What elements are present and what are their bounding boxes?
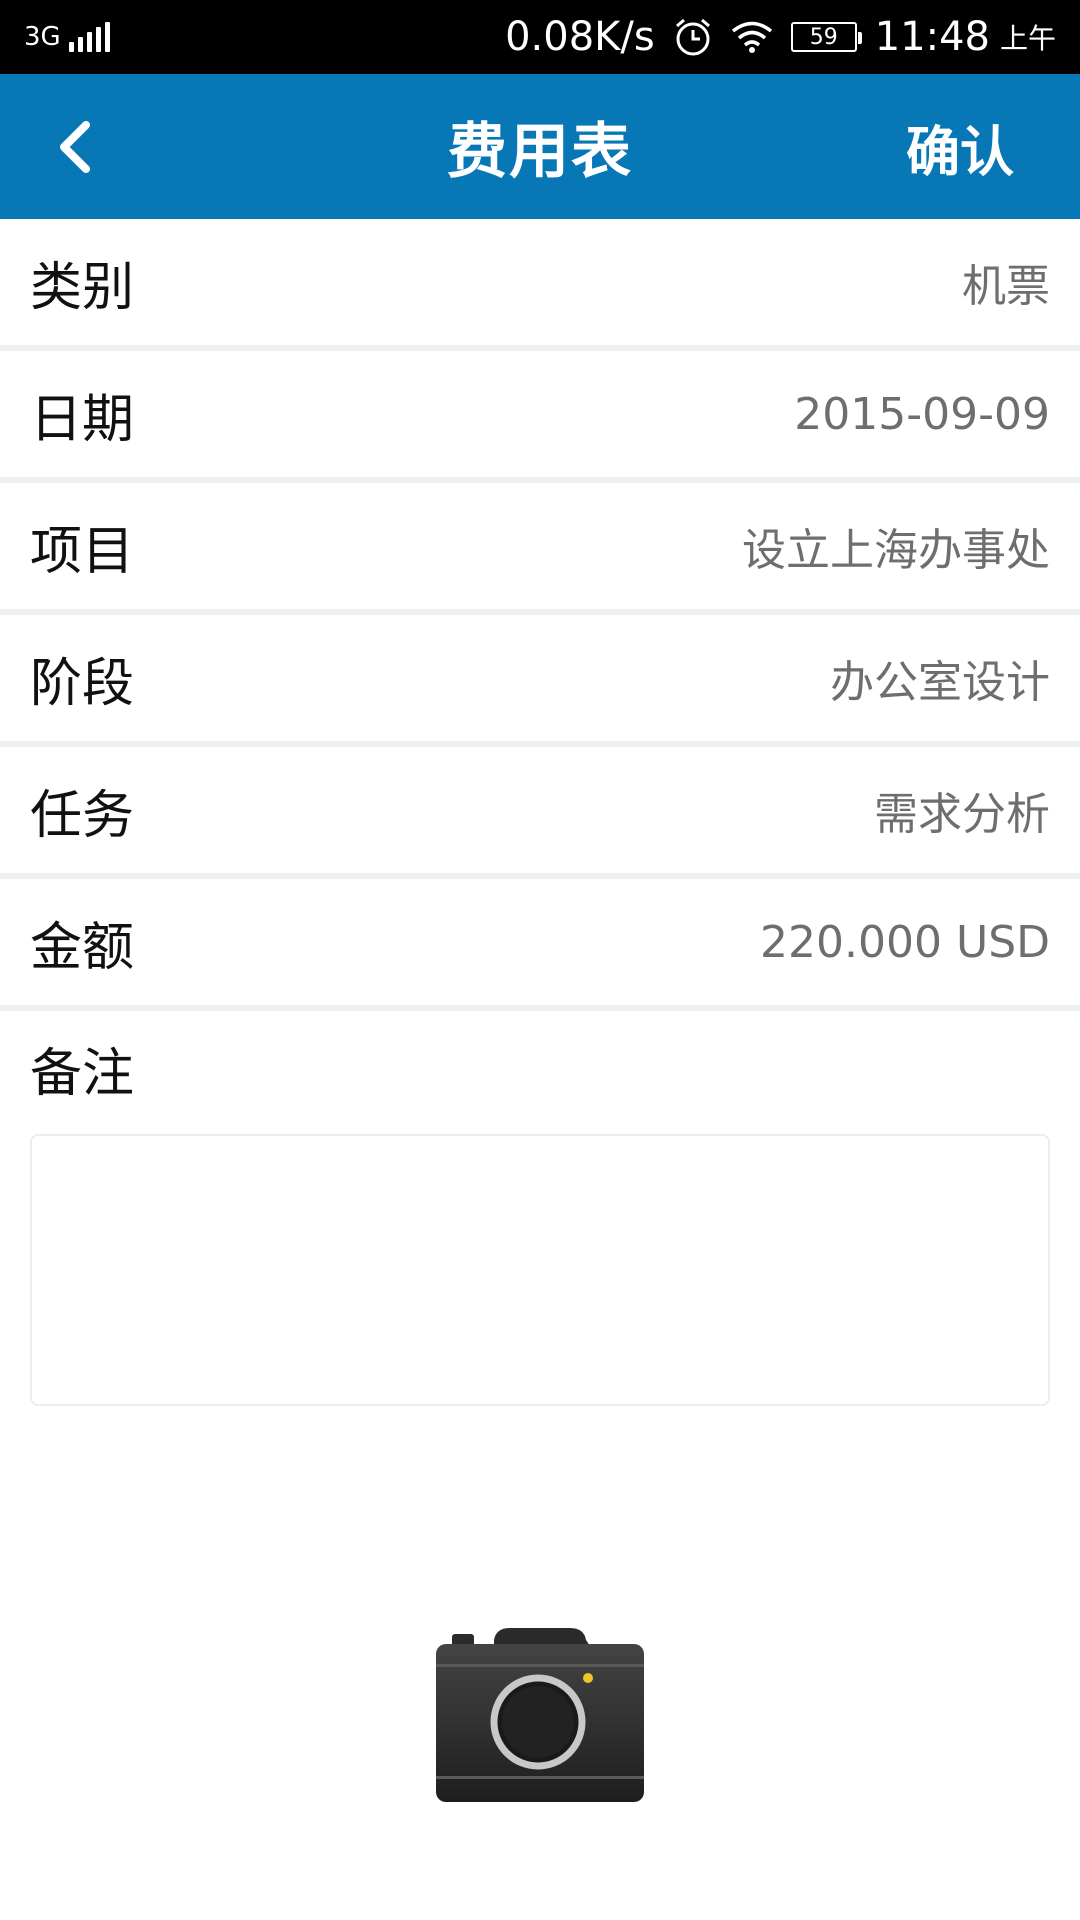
row-value: 220.000 USD [760, 916, 1050, 968]
row-value: 办公室设计 [830, 657, 1050, 708]
form-row-amount[interactable]: 金额 220.000 USD [0, 879, 1080, 1011]
clock-time: 11:48 [874, 14, 990, 60]
status-right: 0.08K/s 59 11:48 上午 [505, 14, 1056, 60]
page-title: 费用表 [447, 117, 633, 187]
chevron-left-icon [60, 120, 90, 173]
form-row-category[interactable]: 类别 机票 [0, 219, 1080, 351]
clock-ampm: 上午 [999, 22, 1056, 55]
row-value: 机票 [962, 261, 1050, 312]
row-label: 任务 [30, 785, 135, 846]
row-value: 设立上海办事处 [742, 525, 1050, 576]
signal-icon [68, 22, 110, 52]
camera-icon[interactable] [430, 1620, 650, 1810]
battery-level: 59 [809, 24, 838, 50]
remark-section: 备注 [0, 1011, 1080, 1406]
row-label: 金额 [30, 917, 135, 978]
alarm-icon [675, 18, 710, 56]
network-type: 3G [24, 22, 61, 52]
row-label: 阶段 [30, 653, 135, 714]
row-value: 需求分析 [874, 789, 1050, 840]
remark-label: 备注 [30, 1044, 135, 1104]
form-row-project[interactable]: 项目 设立上海办事处 [0, 483, 1080, 615]
form-row-phase[interactable]: 阶段 办公室设计 [0, 615, 1080, 747]
form-row-date[interactable]: 日期 2015-09-09 [0, 351, 1080, 483]
nav-bar: 费用表 确认 [0, 74, 1080, 219]
status-bar: 3G 0.08K/s 59 11:48 上午 [0, 0, 1080, 74]
expense-form: 类别 机票 日期 2015-09-09 项目 设立上海办事处 阶段 办公室设计 … [0, 219, 1080, 1011]
row-value: 2015-09-09 [794, 388, 1050, 440]
confirm-button[interactable]: 确认 [906, 107, 1014, 186]
form-row-task[interactable]: 任务 需求分析 [0, 747, 1080, 879]
row-label: 日期 [30, 389, 135, 450]
remark-input[interactable] [30, 1134, 1050, 1406]
row-label: 项目 [30, 521, 135, 582]
camera-area [0, 1620, 1080, 1810]
row-label: 类别 [30, 257, 135, 318]
status-left: 3G [24, 22, 110, 52]
battery-icon: 59 [790, 22, 862, 52]
back-button[interactable] [44, 107, 104, 187]
network-speed: 0.08K/s [505, 14, 655, 60]
wifi-icon [731, 21, 772, 53]
